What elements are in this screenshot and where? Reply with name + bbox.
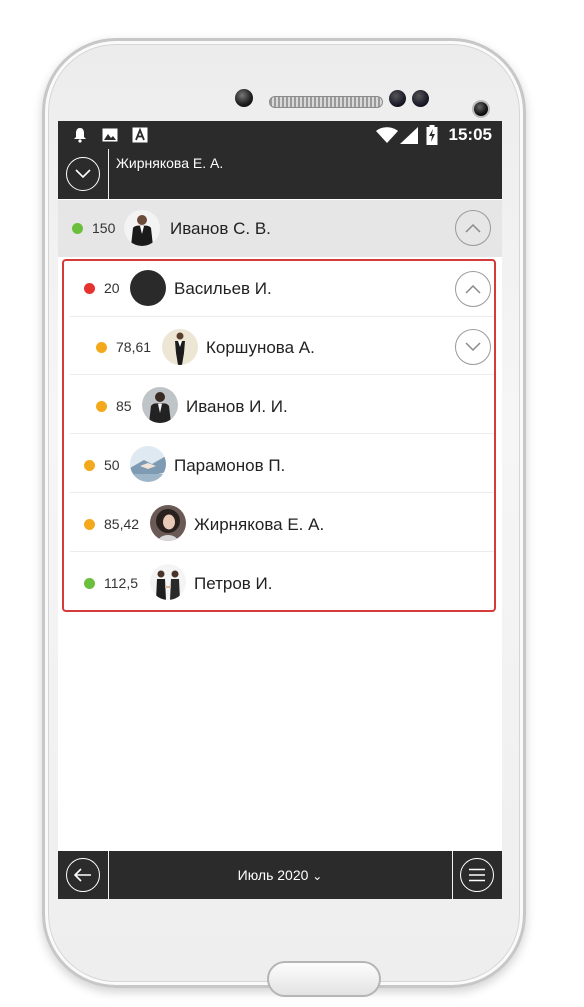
- item-value: 85,42: [104, 516, 140, 532]
- group-value: 150: [92, 220, 116, 236]
- avatar: [162, 329, 198, 365]
- item-name: Жирнякова Е. А.: [194, 515, 325, 534]
- list-item[interactable]: 112,5 Петров И.: [58, 553, 502, 611]
- status-bar: 15:05: [58, 121, 502, 149]
- sensor-icon: [389, 90, 406, 107]
- group-row[interactable]: 150 Иванов С. В.: [58, 200, 502, 257]
- app-screen: 15:05 Жирнякова Е. А. 150 Иванов С. В. 2…: [58, 121, 502, 899]
- avatar: [124, 210, 160, 246]
- month-selector[interactable]: Июль 2020 ⌄: [58, 867, 502, 883]
- collapse-item-button[interactable]: [455, 271, 491, 307]
- avatar: [130, 270, 166, 306]
- divider: [452, 851, 453, 899]
- item-value: 50: [104, 457, 120, 473]
- expand-item-button[interactable]: [455, 329, 491, 365]
- avatar: [130, 446, 166, 482]
- chevron-up-icon: [465, 284, 481, 294]
- item-value: 112,5: [104, 575, 138, 591]
- item-name: Парамонов П.: [174, 456, 286, 475]
- status-dot: [72, 223, 83, 234]
- divider: [70, 551, 496, 552]
- collapse-group-button[interactable]: [455, 210, 491, 246]
- status-dot: [84, 578, 95, 589]
- page-title: Жирнякова Е. А.: [116, 155, 224, 171]
- a-icon: [132, 126, 148, 144]
- menu-button[interactable]: [460, 858, 494, 892]
- avatar: [142, 387, 178, 423]
- month-label: Июль 2020: [237, 867, 309, 883]
- collapse-button[interactable]: [66, 157, 100, 191]
- home-button[interactable]: [267, 961, 381, 997]
- item-name: Иванов И. И.: [186, 397, 288, 416]
- divider: [70, 433, 496, 434]
- status-dot: [84, 460, 95, 471]
- avatar: [150, 505, 186, 541]
- chevron-down-icon: ⌄: [312, 869, 323, 883]
- group-name: Иванов С. В.: [170, 219, 271, 238]
- bottom-bar: Июль 2020 ⌄: [58, 851, 502, 899]
- camera-icon: [235, 89, 253, 107]
- chevron-down-icon: [465, 342, 481, 352]
- signal-icon: [400, 126, 418, 144]
- sensor-icon: [412, 90, 429, 107]
- status-dot: [96, 342, 107, 353]
- chevron-down-icon: [75, 169, 91, 179]
- item-name: Петров И.: [194, 574, 273, 593]
- item-value: 20: [104, 280, 120, 296]
- status-dot: [84, 283, 95, 294]
- item-value: 78,61: [116, 339, 152, 355]
- battery-icon: [426, 125, 438, 145]
- chevron-up-icon: [465, 223, 481, 233]
- image-icon: [102, 126, 118, 144]
- divider: [70, 374, 496, 375]
- status-dot: [84, 519, 95, 530]
- wifi-icon: [376, 126, 398, 144]
- speaker-grill: [269, 96, 383, 108]
- avatar: [150, 564, 186, 600]
- front-camera-icon: [472, 100, 490, 118]
- bell-icon: [72, 126, 88, 144]
- clock-time: 15:05: [448, 125, 492, 144]
- item-value: 85: [116, 398, 132, 414]
- list-item[interactable]: 85,42 Жирнякова Е. А.: [58, 494, 502, 552]
- list-item[interactable]: 78,61 Коршунова А.: [58, 317, 502, 375]
- divider: [108, 149, 109, 199]
- list-item[interactable]: 85 Иванов И. И.: [58, 376, 502, 434]
- list-item[interactable]: 20 Васильев И.: [58, 259, 502, 317]
- divider: [70, 492, 496, 493]
- status-dot: [96, 401, 107, 412]
- menu-icon: [469, 868, 485, 882]
- list-item[interactable]: 50 Парамонов П.: [58, 435, 502, 493]
- item-name: Коршунова А.: [206, 338, 315, 357]
- top-bar: Жирнякова Е. А.: [58, 149, 502, 199]
- item-name: Васильев И.: [174, 279, 272, 298]
